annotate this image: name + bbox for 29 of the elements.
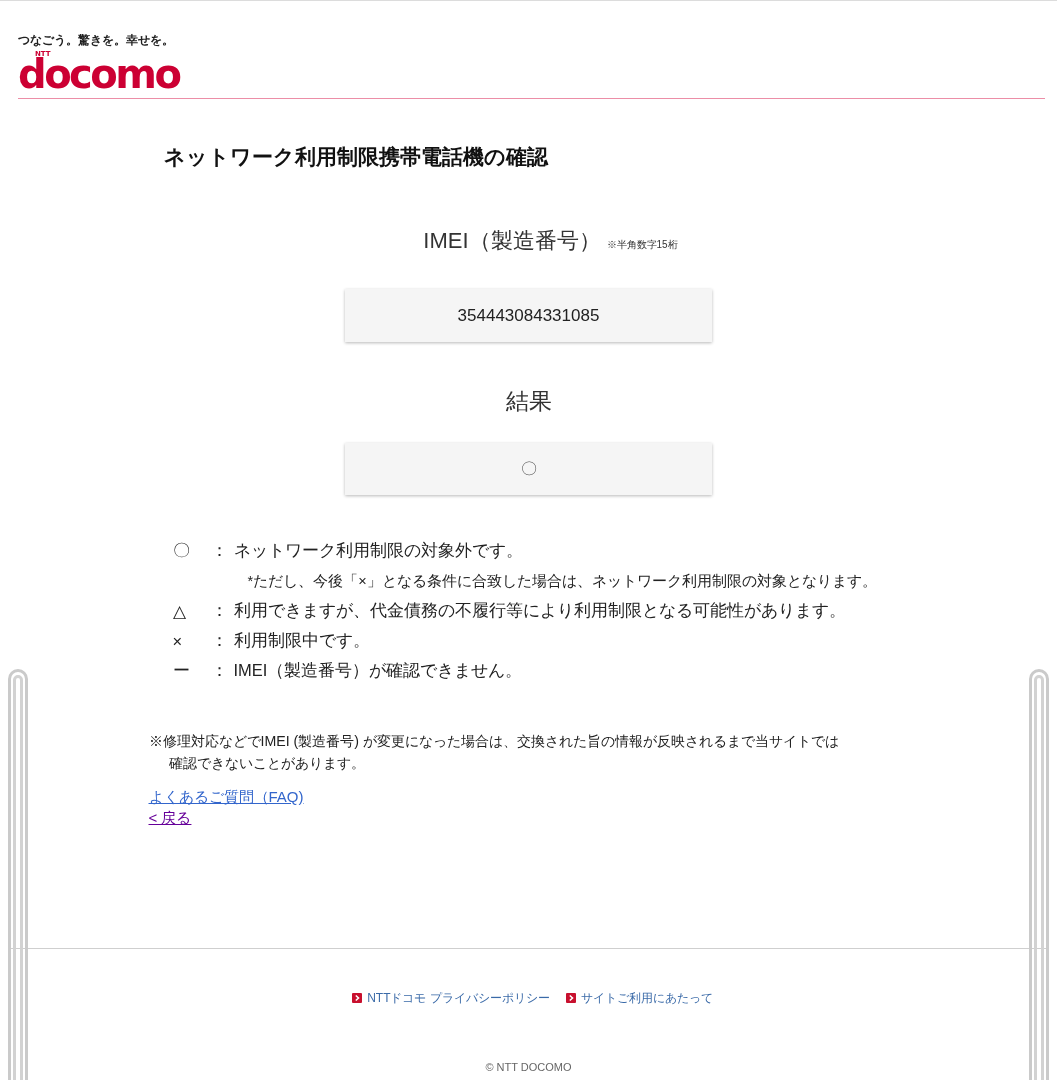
text-link[interactable]: よくあるご質問（FAQ) (148, 786, 304, 807)
legend-note: *ただし、今後「×」となる条件に合致した場合は、ネットワーク利用制限の対象となります。 (247, 572, 877, 591)
text-link[interactable]: < 戻る (148, 807, 192, 828)
legend-colon: ： (210, 630, 228, 651)
legend-symbol: × (172, 631, 183, 651)
legend-text: IMEI（製造番号）が確認できません。 (233, 660, 523, 681)
chevron-icon (352, 993, 363, 1003)
legend-text: 利用できますが、代金債務の不履行等により利用制限となる可能性があります。 (233, 600, 846, 621)
footer-link[interactable]: NTTドコモ プライバシーポリシー (367, 990, 550, 1006)
legend-text: 利用制限中です。 (233, 630, 370, 651)
imei-hint: ※半角数字15桁 (606, 238, 678, 252)
legend-symbol: 〇 (172, 540, 190, 561)
legend-symbol: △ (172, 601, 186, 621)
imei-field[interactable]: 354443084331085 (345, 289, 712, 342)
result-label: 結果 (505, 387, 552, 415)
footer-link[interactable]: サイトご利用にあたって (580, 990, 713, 1006)
notice-text: ※修理対応などでIMEI (製造番号) が変更になった場合は、交換された旨の情報が反映されるまで当サイトでは 確認できないことがあります。 (148, 732, 839, 773)
tagline-text: つなごう。驚きを。幸せを。 (18, 33, 174, 48)
docomo-logo-text: docomo (18, 55, 180, 93)
imei-label: IMEI（製造番号） (423, 227, 601, 255)
legend-colon: ： (210, 600, 228, 621)
copyright-text: © NTT DOCOMO (485, 1060, 572, 1074)
legend-text: ネットワーク利用制限の対象外です。 (233, 540, 523, 561)
legend-colon: ： (210, 660, 228, 681)
legend-colon: ： (210, 540, 228, 561)
result-field: 〇 (345, 443, 712, 495)
chevron-icon (565, 993, 576, 1003)
page-title: ネットワーク利用制限携帯電話機の確認 (163, 144, 548, 170)
legend-symbol: ー (172, 660, 190, 681)
